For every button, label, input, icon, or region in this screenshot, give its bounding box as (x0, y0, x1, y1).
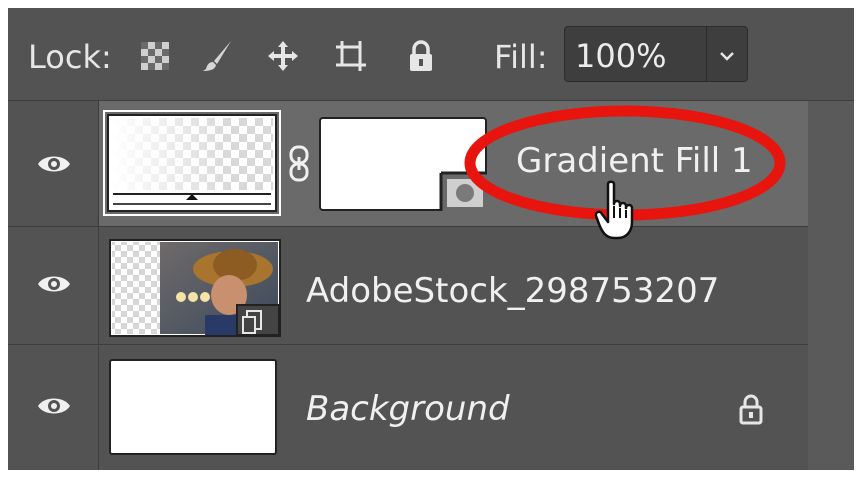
lock-image-pixels-icon[interactable] (200, 39, 234, 73)
layer-name-gradient-fill[interactable]: Gradient Fill 1 (516, 141, 753, 181)
lock-all-icon[interactable] (404, 39, 438, 73)
chevron-down-icon[interactable] (707, 27, 747, 81)
lock-artboard-icon[interactable] (334, 39, 368, 73)
layer-row-background[interactable]: Background (8, 344, 854, 470)
visibility-column (8, 227, 99, 344)
link-chain-icon[interactable] (286, 145, 312, 183)
background-thumbnail[interactable] (109, 359, 277, 455)
lock-label: Lock: (28, 38, 112, 76)
fill-label: Fill: (494, 38, 548, 76)
layer-row-smart-object[interactable]: AdobeStock_298753207 (8, 226, 854, 344)
layers-panel: Lock: Fill: 100% Gradient Fill 1 AdobeSt… (8, 8, 854, 470)
lock-transparent-pixels-icon[interactable] (138, 39, 172, 73)
layer-row-gradient-fill[interactable]: Gradient Fill 1 (8, 100, 854, 226)
photo-thumbnail[interactable] (109, 239, 281, 337)
scrollbar-track[interactable] (808, 101, 854, 470)
eye-visibility-icon[interactable] (36, 272, 72, 296)
lock-icon (739, 394, 763, 425)
lock-fill-bar: Lock: Fill: 100% (8, 8, 854, 100)
eye-visibility-icon[interactable] (36, 394, 72, 418)
visibility-column (8, 345, 99, 470)
layer-name-background[interactable]: Background (306, 389, 510, 429)
fill-opacity-field[interactable]: 100% (564, 26, 748, 82)
gradient-thumbnail[interactable] (103, 110, 281, 216)
hand-pointer-cursor-icon (594, 180, 634, 240)
layer-mask-thumbnail[interactable] (319, 117, 489, 211)
lock-position-icon[interactable] (266, 39, 300, 73)
fill-value[interactable]: 100% (575, 37, 666, 75)
layer-name-smart-object[interactable]: AdobeStock_298753207 (306, 271, 719, 311)
eye-visibility-icon[interactable] (36, 152, 72, 176)
visibility-column (8, 101, 99, 226)
